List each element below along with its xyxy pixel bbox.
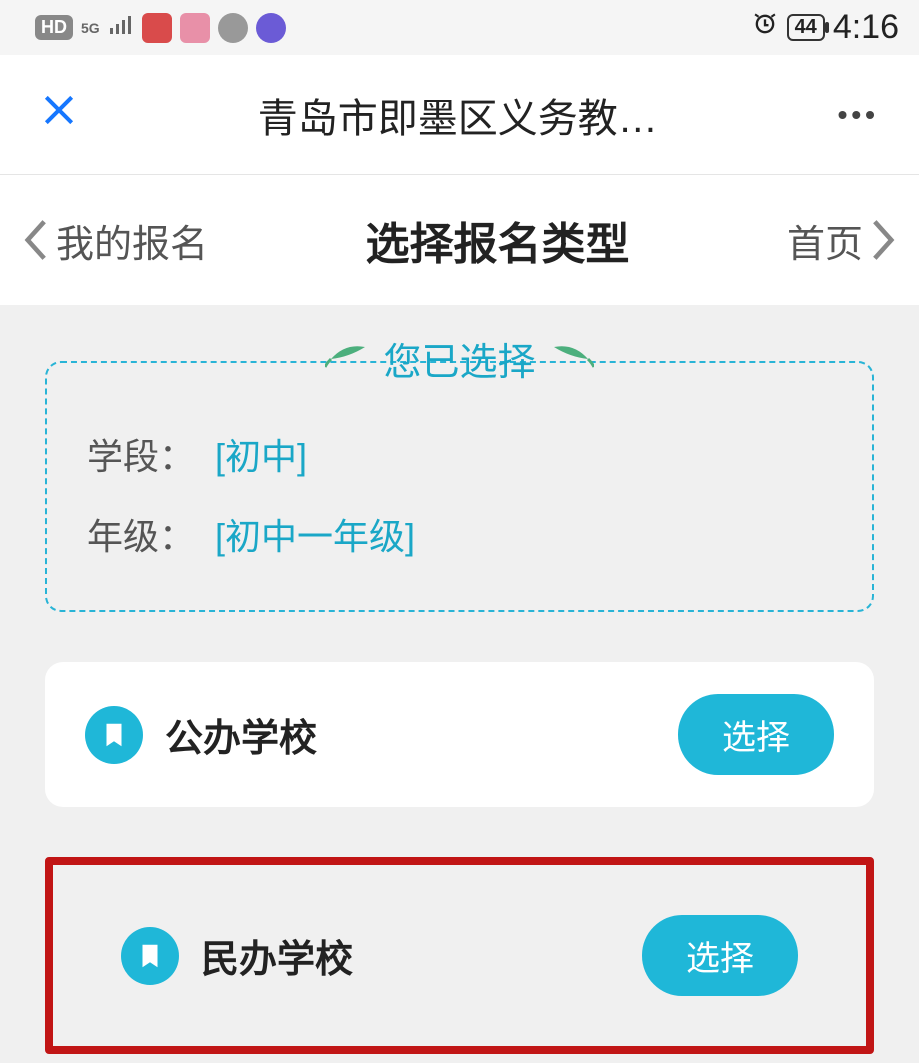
grade-label: 年级： [87, 508, 195, 560]
chevron-right-icon [871, 218, 897, 262]
app-icon-4 [256, 13, 286, 43]
hd-badge: HD [35, 15, 73, 40]
status-bar: HD 5G 44 4:16 [0, 0, 919, 55]
status-left: HD 5G [35, 12, 286, 43]
option-card-private: 民办学校 选择 [81, 883, 838, 1028]
alarm-icon [751, 10, 779, 45]
selection-heading: 您已选择 [383, 331, 535, 386]
nav-bar: 我的报名 选择报名类型 首页 [0, 175, 919, 305]
selection-grade-row: 年级： [初中一年级] [87, 508, 832, 560]
leaf-left-icon [325, 340, 369, 377]
stage-value: [初中] [215, 428, 307, 480]
document-icon [121, 927, 179, 985]
nav-home-label: 首页 [787, 213, 863, 268]
content: 您已选择 学段： [初中] 年级： [初中一年级] 公办学校 选择 [0, 333, 919, 1054]
option-left: 公办学校 [85, 706, 317, 764]
close-icon[interactable] [40, 90, 78, 140]
clock-time: 4:16 [833, 8, 899, 47]
select-button-private[interactable]: 选择 [642, 915, 798, 996]
app-icon-3 [218, 13, 248, 43]
app-icon-2 [180, 13, 210, 43]
nav-back[interactable]: 我的报名 [22, 213, 208, 268]
more-icon[interactable]: ••• [838, 99, 879, 131]
battery-level: 44 [787, 14, 825, 41]
option-card-public: 公办学校 选择 [45, 662, 874, 807]
app-icon-1 [142, 13, 172, 43]
grade-value: [初中一年级] [215, 508, 415, 560]
signal-icon [108, 12, 134, 43]
chevron-left-icon [22, 218, 48, 262]
selection-stage-row: 学段： [初中] [87, 428, 832, 480]
network-label: 5G [81, 21, 100, 35]
option-label: 民办学校 [201, 928, 353, 983]
document-icon [85, 706, 143, 764]
select-button-public[interactable]: 选择 [678, 694, 834, 775]
option-label: 公办学校 [165, 707, 317, 762]
stage-label: 学段： [87, 428, 195, 480]
page-title: 选择报名类型 [366, 208, 630, 272]
app-title: 青岛市即墨区义务教… [258, 86, 658, 144]
nav-back-label: 我的报名 [56, 213, 208, 268]
leaf-right-icon [550, 340, 594, 377]
highlight-frame: 民办学校 选择 [45, 857, 874, 1054]
nav-home[interactable]: 首页 [787, 213, 897, 268]
option-left: 民办学校 [121, 927, 353, 985]
app-bar: 青岛市即墨区义务教… ••• [0, 55, 919, 175]
selection-box: 学段： [初中] 年级： [初中一年级] [45, 361, 874, 612]
status-right: 44 4:16 [751, 8, 899, 47]
